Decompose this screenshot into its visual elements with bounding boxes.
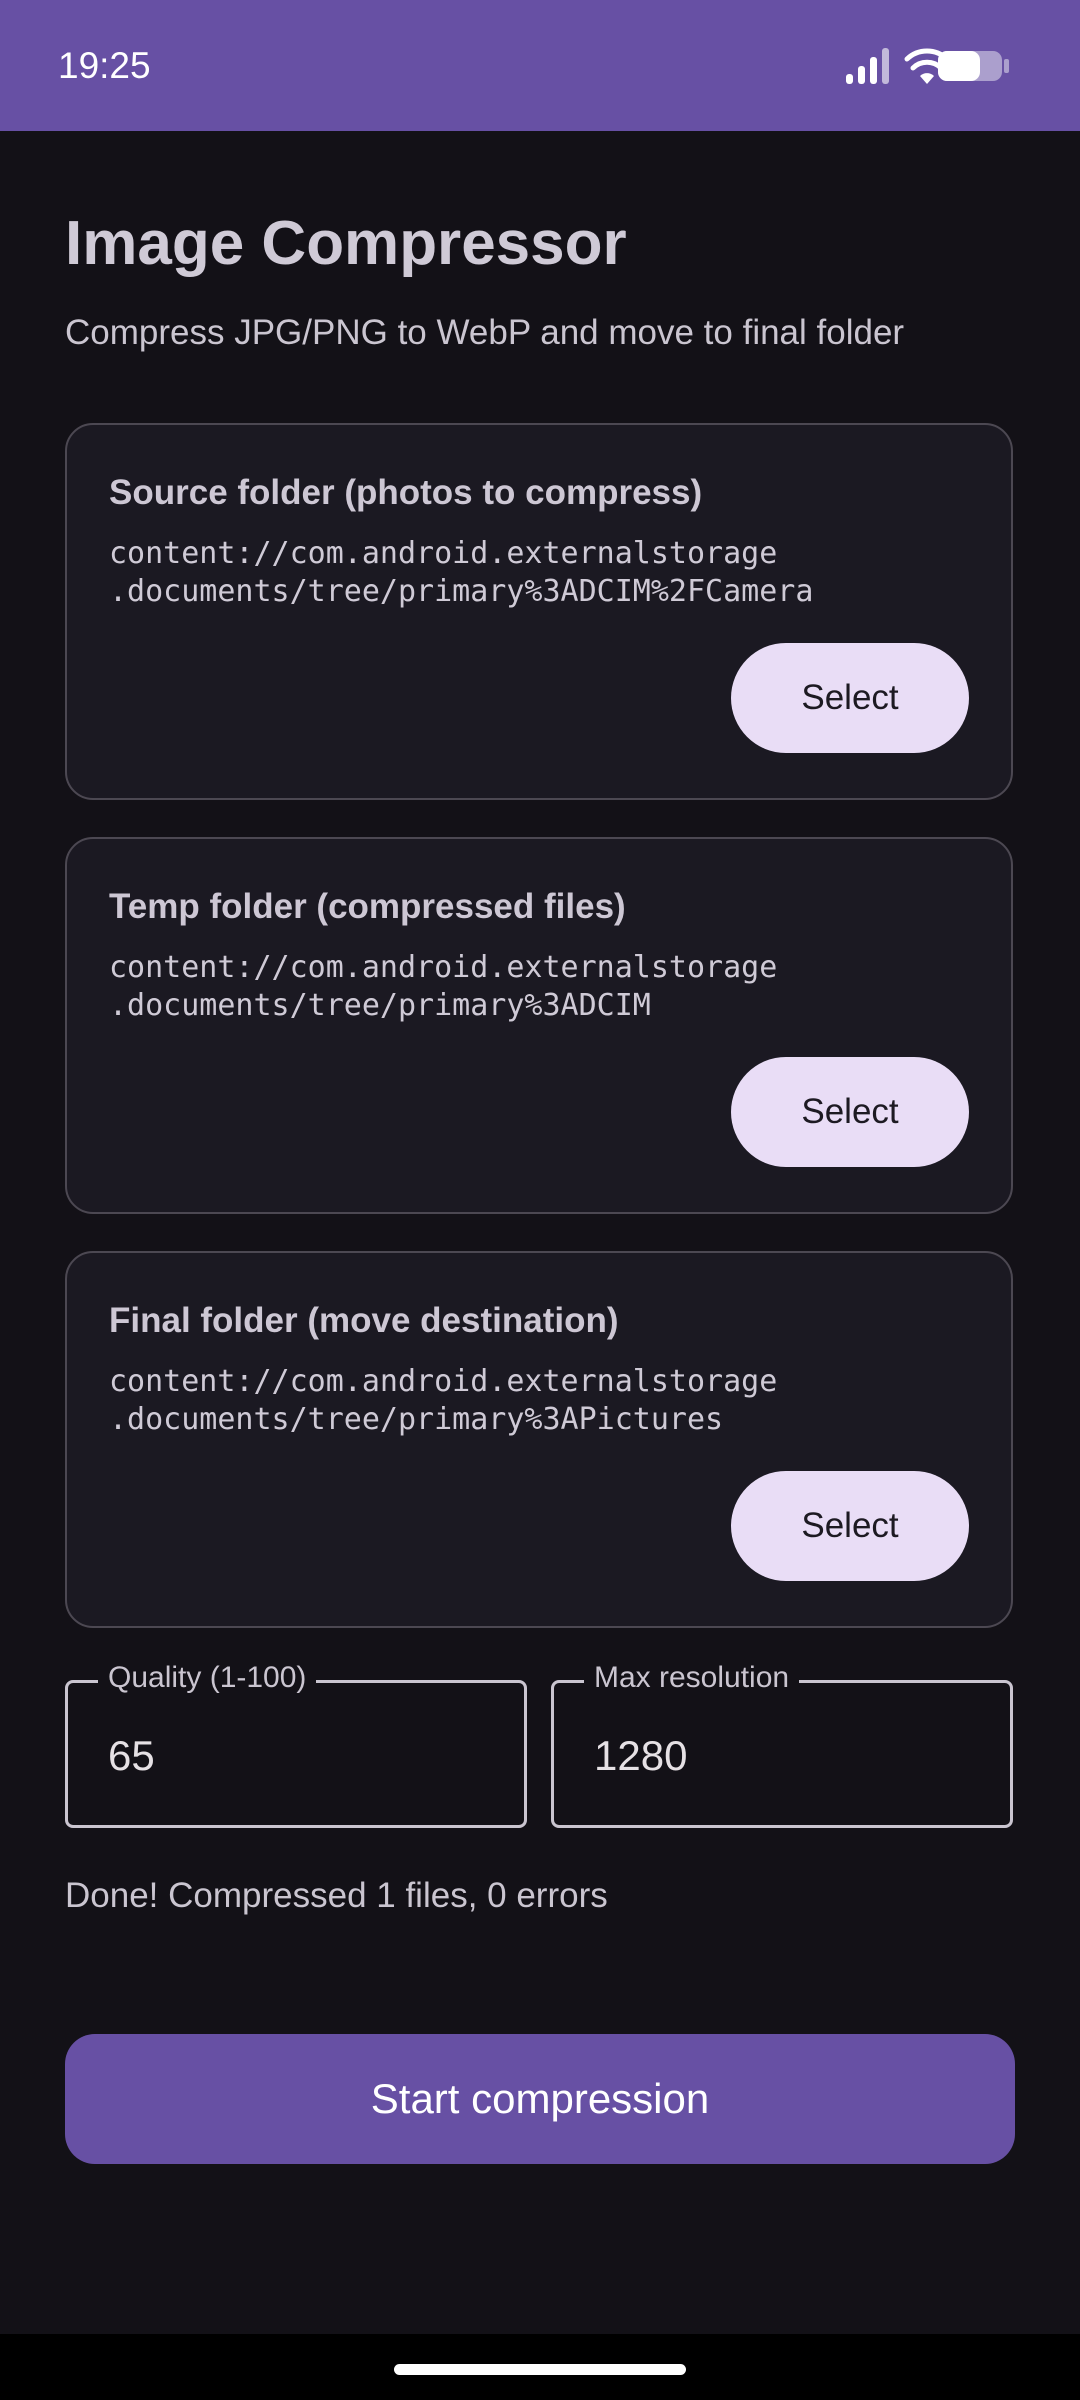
- quality-field-value[interactable]: 65: [108, 1730, 155, 1782]
- signal-icon: [846, 48, 889, 84]
- start-compression-button[interactable]: Start compression: [65, 2034, 1015, 2164]
- app-screen: 19:25 Image Compressor Compress JPG/PNG …: [0, 0, 1080, 2400]
- temp-folder-select-button[interactable]: Select: [731, 1057, 969, 1167]
- battery-icon: [938, 51, 1009, 81]
- page-title: Image Compressor: [65, 209, 627, 278]
- quality-field-label: Quality (1-100): [98, 1658, 317, 1698]
- final-folder-title: Final folder (move destination): [109, 1301, 619, 1340]
- temp-folder-card: Temp folder (compressed files) content:/…: [65, 837, 1013, 1214]
- source-folder-select-button[interactable]: Select: [731, 643, 969, 753]
- status-time: 19:25: [58, 45, 151, 86]
- temp-folder-path: content://com.android.externalstorage .d…: [109, 950, 778, 1023]
- status-bar: 19:25: [0, 0, 1080, 131]
- status-message: Done! Compressed 1 files, 0 errors: [65, 1876, 608, 1915]
- max-resolution-field-label: Max resolution: [584, 1658, 800, 1698]
- page-subtitle: Compress JPG/PNG to WebP and move to fin…: [65, 313, 905, 352]
- quality-field[interactable]: Quality (1-100) 65: [65, 1658, 527, 1828]
- final-folder-card: Final folder (move destination) content:…: [65, 1251, 1013, 1628]
- navigation-bar: [0, 2334, 1080, 2400]
- source-folder-card: Source folder (photos to compress) conte…: [65, 423, 1013, 800]
- max-resolution-field-value[interactable]: 1280: [594, 1730, 687, 1782]
- home-indicator[interactable]: [394, 2364, 686, 2375]
- max-resolution-field[interactable]: Max resolution 1280: [551, 1658, 1013, 1828]
- source-folder-title: Source folder (photos to compress): [109, 473, 703, 512]
- temp-folder-title: Temp folder (compressed files): [109, 887, 626, 926]
- final-folder-select-button[interactable]: Select: [731, 1471, 969, 1581]
- final-folder-path: content://com.android.externalstorage .d…: [109, 1364, 778, 1437]
- source-folder-path: content://com.android.externalstorage .d…: [109, 536, 814, 609]
